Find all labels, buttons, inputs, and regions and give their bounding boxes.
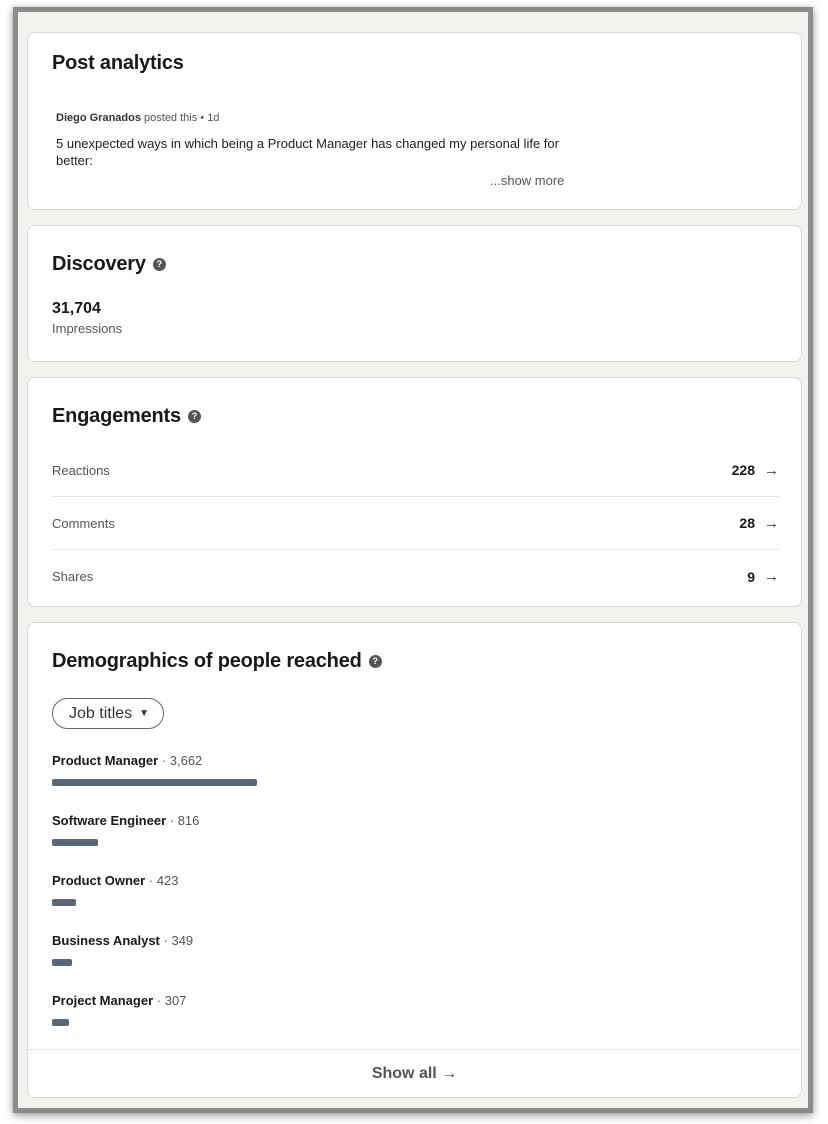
engagements-title: Engagements (52, 405, 181, 427)
demographic-name: Product Manager (52, 753, 159, 768)
engagement-row-reactions[interactable]: Reactions 228 → (52, 444, 779, 497)
engagement-value-group: 228 → (732, 462, 779, 479)
help-icon[interactable]: ? (187, 410, 201, 423)
demographic-count: 3,662 (169, 753, 203, 768)
demographic-bar (52, 899, 76, 906)
demographic-line: Product Owner · 423 (52, 873, 179, 888)
discovery-title-row: Discovery ? (52, 253, 166, 276)
demographic-line: Project Manager · 307 (52, 993, 187, 1008)
dropdown-label: Job titles (69, 704, 133, 722)
arrow-right-icon: → (764, 461, 779, 479)
discovery-card: Discovery ? 31,704 Impressions (27, 225, 802, 362)
demographics-title-row: Demographics of people reached ? (52, 650, 382, 673)
engagements-title-row: Engagements ? (52, 405, 201, 428)
post-meta: Diego Granados posted this • 1d (56, 112, 219, 124)
arrow-right-icon: → (764, 568, 779, 585)
demographic-line: Business Analyst · 349 (52, 933, 194, 948)
show-more-link[interactable]: ...show more (490, 173, 564, 188)
demographic-bar (52, 779, 257, 786)
post-text: 5 unexpected ways in which being a Produ… (56, 136, 559, 168)
demographic-bar (52, 959, 72, 966)
engagement-count: 9 (747, 568, 755, 585)
post-author[interactable]: Diego Granados (56, 112, 141, 124)
demographic-name: Product Owner (52, 873, 146, 888)
engagement-count: 28 (739, 515, 755, 531)
job-titles-dropdown[interactable]: Job titles ▼ (52, 698, 165, 729)
demographic-bar (52, 839, 98, 846)
demographic-line: Software Engineer · 816 (52, 813, 200, 828)
demographic-item: Business Analyst · 349 (52, 933, 752, 993)
engagement-value-group: 9 → (747, 568, 779, 585)
window-frame: Post analytics Diego Granados posted thi… (13, 7, 813, 1113)
demographic-name: Business Analyst (52, 933, 160, 948)
impressions-value: 31,704 (52, 300, 101, 317)
engagement-label: Shares (52, 569, 94, 584)
demographic-item: Software Engineer · 816 (52, 813, 752, 873)
demographic-count: 423 (156, 873, 179, 888)
demographic-name: Project Manager (52, 993, 154, 1008)
demographic-item: Product Manager · 3,662 (52, 753, 752, 813)
demographic-count: 349 (171, 933, 194, 948)
demographics-title: Demographics of people reached (52, 650, 362, 672)
arrow-right-icon: → (764, 514, 779, 532)
demographic-bar (52, 1019, 69, 1026)
demographic-item: Project Manager · 307 (52, 993, 752, 1053)
demographics-list: Product Manager · 3,662 Software Enginee… (52, 753, 752, 1053)
post-meta-suffix: posted this • 1d (140, 112, 220, 124)
demographic-name: Software Engineer (52, 813, 167, 828)
help-icon[interactable]: ? (152, 258, 166, 271)
caret-down-icon: ▼ (139, 708, 150, 719)
demographics-card: Demographics of people reached ? Job tit… (27, 622, 802, 1098)
engagements-card: Engagements ? Reactions 228 → Comments 2… (27, 377, 802, 607)
engagement-label: Comments (52, 515, 115, 531)
post-analytics-card: Post analytics Diego Granados posted thi… (27, 32, 802, 210)
engagement-value-group: 28 → (739, 515, 779, 532)
demographic-line: Product Manager · 3,662 (52, 753, 203, 768)
demographic-count: 307 (164, 993, 187, 1008)
engagements-list: Reactions 228 → Comments 28 → Shares 9 → (52, 444, 779, 603)
show-all-button[interactable]: Show all → (28, 1049, 801, 1097)
engagement-row-comments[interactable]: Comments 28 → (52, 497, 779, 550)
help-icon[interactable]: ? (368, 655, 382, 668)
post-analytics-title: Post analytics (52, 52, 184, 74)
engagement-row-shares[interactable]: Shares 9 → (52, 550, 779, 603)
demographic-item: Product Owner · 423 (52, 873, 752, 933)
demographic-count: 816 (177, 813, 200, 828)
impressions-label: Impressions (52, 321, 123, 336)
discovery-title: Discovery (52, 253, 146, 275)
engagement-label: Reactions (52, 462, 110, 478)
engagement-count: 228 (731, 462, 755, 478)
